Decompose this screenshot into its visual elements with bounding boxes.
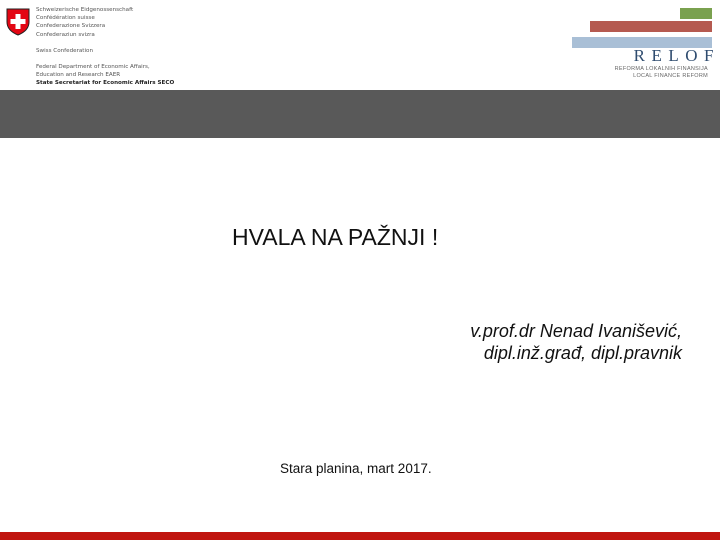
relof-subtitle-english: LOCAL FINANCE REFORM <box>633 73 708 79</box>
swiss-line-8: State Secretariat for Economic Affairs S… <box>36 80 175 87</box>
author-titles: dipl.inž.građ, dipl.pravnik <box>483 343 682 363</box>
thanks-heading: HVALA NA PAŽNJI ! <box>232 224 439 250</box>
author-block: v.prof.dr Nenad Ivanišević, dipl.inž.gra… <box>380 320 682 364</box>
swiss-cross-icon <box>6 8 30 36</box>
author-name: v.prof.dr Nenad Ivanišević, <box>470 321 682 341</box>
swiss-line-4: Confederaziun svizra <box>36 31 95 38</box>
header-band <box>0 90 720 138</box>
swiss-line-2: Confédération suisse <box>36 15 95 22</box>
slide: Schweizerische Eidgenossenschaft Confédé… <box>0 0 720 540</box>
relof-logo: RELOF REFORMA LOKALNIH FINANSIJA LOCAL F… <box>560 0 720 90</box>
relof-green-bar <box>680 8 712 19</box>
swiss-logo-text: Schweizerische Eidgenossenschaft Confédé… <box>36 6 180 88</box>
bottom-stripe <box>0 532 720 540</box>
swiss-line-6: Federal Department of Economic Affairs, <box>36 64 150 71</box>
swiss-confederation-logo: Schweizerische Eidgenossenschaft Confédé… <box>0 0 180 90</box>
swiss-line-5: Swiss Confederation <box>36 47 94 54</box>
swiss-line-3: Confederazione Svizzera <box>36 23 106 30</box>
relof-subtitle-local: REFORMA LOKALNIH FINANSIJA <box>614 66 708 72</box>
relof-red-bar <box>590 21 712 32</box>
swiss-line-7: Education and Research EAER <box>36 72 121 79</box>
place-date: Stara planina, mart 2017. <box>280 461 432 476</box>
relof-wordmark: RELOF <box>633 46 720 65</box>
swiss-line-1: Schweizerische Eidgenossenschaft <box>36 7 134 13</box>
